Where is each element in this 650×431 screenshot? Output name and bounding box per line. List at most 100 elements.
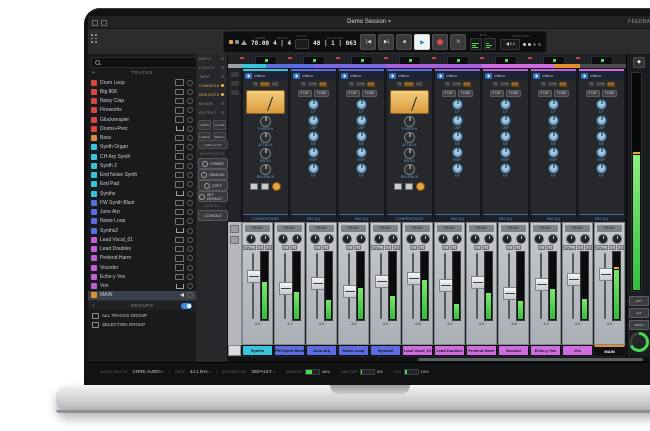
insert-tag[interactable]: IN: [396, 81, 403, 87]
fader-strip[interactable]: READ SM 0.0: [306, 222, 337, 345]
eq-tone-button[interactable]: TONE: [361, 90, 378, 97]
fader-handle[interactable]: [407, 272, 421, 285]
track-row[interactable]: Lead Vocal_01: [88, 235, 196, 244]
track-row[interactable]: Synths: [88, 189, 196, 198]
input-monitor-icon[interactable]: [175, 181, 184, 188]
input-monitor-icon[interactable]: [175, 199, 184, 207]
comp-knob-release[interactable]: [260, 164, 271, 176]
automation-mode-button[interactable]: READ: [469, 225, 494, 232]
record-arm-icon[interactable]: [187, 190, 193, 197]
view-tab-console[interactable]: CONSOLE: [196, 81, 227, 90]
input-monitor-icon[interactable]: [175, 255, 184, 262]
record-arm-icon[interactable]: [187, 283, 193, 290]
comp-button[interactable]: [250, 182, 258, 190]
track-row[interactable]: Glockenspiel: [88, 115, 196, 124]
insert-tag[interactable]: IN: [492, 81, 499, 87]
input-monitor-icon[interactable]: [175, 153, 184, 160]
record-arm-icon[interactable]: [187, 218, 193, 225]
meter-display[interactable]: METER 4 | 4: [273, 37, 291, 47]
comp-in-button[interactable]: [272, 181, 281, 191]
mixer-scrollbar-thumb[interactable]: [418, 358, 643, 361]
monitor-mono-button[interactable]: MONO: [629, 320, 649, 330]
input-monitor-icon[interactable]: [175, 107, 184, 114]
pan-knob[interactable]: [373, 233, 384, 244]
record-arm-icon[interactable]: [187, 246, 193, 253]
track-row[interactable]: Fireworks: [88, 106, 196, 115]
eq-tone-button[interactable]: TONE: [553, 90, 570, 97]
fader-handle[interactable]: [471, 276, 485, 289]
track-row[interactable]: Juno Arp: [88, 208, 196, 217]
record-arm-icon[interactable]: [187, 116, 193, 123]
channel-name-label[interactable]: Pretend Harm: [466, 345, 497, 356]
search-input[interactable]: [91, 57, 197, 68]
automation-mode-button[interactable]: READ: [597, 225, 622, 232]
eq-flat-button[interactable]: FLAT: [297, 90, 312, 97]
insert-tag[interactable]: EQ: [462, 81, 471, 87]
monitor-level[interactable]: MONITOR 0.0: [500, 34, 542, 50]
console-strip[interactable]: ◆ Vision IN DYN EQ FLAT TONE LF LMF MF HMF HF 55…: [434, 68, 481, 223]
input-monitor-icon[interactable]: [175, 116, 184, 123]
automation-mode-button[interactable]: READ: [565, 225, 590, 232]
input-monitor-icon[interactable]: [175, 134, 184, 142]
pan-knob[interactable]: [565, 233, 576, 244]
console-strip[interactable]: ◆ Vision IN DYN EQ THRESH ATTACK RATIO RELEAS…: [242, 68, 289, 223]
fader-handle[interactable]: [311, 277, 325, 290]
pan-knob[interactable]: [469, 233, 480, 244]
send-knob[interactable]: [259, 233, 270, 244]
mute-button[interactable]: M: [264, 245, 273, 250]
record-arm-icon[interactable]: [187, 88, 193, 95]
input-monitor-icon[interactable]: [175, 273, 184, 281]
send-knob[interactable]: [451, 233, 462, 244]
record-arm-icon[interactable]: [187, 125, 193, 132]
eq-knob-lf[interactable]: [548, 99, 559, 111]
automation-mode-button[interactable]: READ: [405, 225, 430, 232]
track-row[interactable]: Echo-y Vox: [88, 272, 196, 281]
eq-knob-hmf[interactable]: [356, 147, 367, 159]
eq-flat-button[interactable]: FLAT: [489, 90, 504, 97]
track-row[interactable]: MAIN: [88, 290, 196, 300]
input-monitor-icon[interactable]: [175, 208, 184, 216]
record-arm-icon[interactable]: [187, 153, 193, 160]
view-tab-mixer[interactable]: MIXER: [196, 99, 227, 108]
automation-mode-button[interactable]: READ: [437, 225, 462, 232]
record-arm-icon[interactable]: [187, 199, 193, 206]
solo-button[interactable]: S: [608, 245, 616, 250]
channel-name-label[interactable]: FW Synth Blast: [274, 345, 305, 356]
counter-display[interactable]: COUNTER 48 | 1 | 063: [313, 37, 356, 47]
track-row[interactable]: Vox: [88, 282, 196, 291]
track-row[interactable]: Synths2: [88, 226, 196, 235]
eq-knob-hmf[interactable]: [548, 147, 559, 159]
mute-button[interactable]: M: [545, 245, 554, 250]
solo-button[interactable]: S: [281, 245, 289, 250]
eq-knob-lf[interactable]: [356, 99, 367, 111]
insert-tag[interactable]: EQ: [558, 81, 567, 87]
track-row[interactable]: Bass: [88, 134, 196, 143]
comp-knob-thresh[interactable]: [404, 116, 415, 128]
spill-button[interactable]: SPILL: [242, 245, 256, 250]
metronome-icon[interactable]: [241, 39, 247, 45]
monitor-ext-button[interactable]: EXT: [629, 296, 649, 306]
solo-button[interactable]: S: [384, 245, 392, 250]
eq-knob-lmf[interactable]: [356, 115, 367, 127]
pan-knob[interactable]: [437, 233, 448, 244]
tempo-display[interactable]: TEMPO 78.00: [251, 37, 269, 47]
input-monitor-icon[interactable]: [175, 245, 184, 253]
eq-knob-hmf[interactable]: [500, 147, 511, 159]
eq-knob-hmf[interactable]: [596, 147, 607, 159]
mute-button[interactable]: M: [616, 245, 625, 250]
eq-knob-mf[interactable]: [452, 131, 463, 143]
record-arm-icon[interactable]: [187, 209, 193, 216]
session-title[interactable]: Demo Session ▾: [88, 18, 650, 25]
click-icon[interactable]: [295, 39, 310, 49]
assign-console-button[interactable]: CONSOLE: [198, 210, 228, 221]
record-arm-icon[interactable]: [187, 292, 193, 299]
skip-forward-button[interactable]: ▶|: [378, 34, 395, 50]
input-monitor-icon[interactable]: [175, 264, 184, 271]
track-row[interactable]: Drum Loop: [88, 78, 196, 87]
channel-name-label[interactable]: Synths: [242, 345, 273, 356]
eq-flat-button[interactable]: FLAT: [441, 90, 456, 97]
console-strip[interactable]: ◆ Vision IN DYN EQ FLAT TONE LF LMF MF HMF HF 55…: [482, 68, 529, 223]
record-arm-icon[interactable]: [187, 135, 193, 142]
channel-name-label[interactable]: Noise Loop: [338, 345, 369, 356]
record-arm-icon[interactable]: [187, 236, 193, 243]
